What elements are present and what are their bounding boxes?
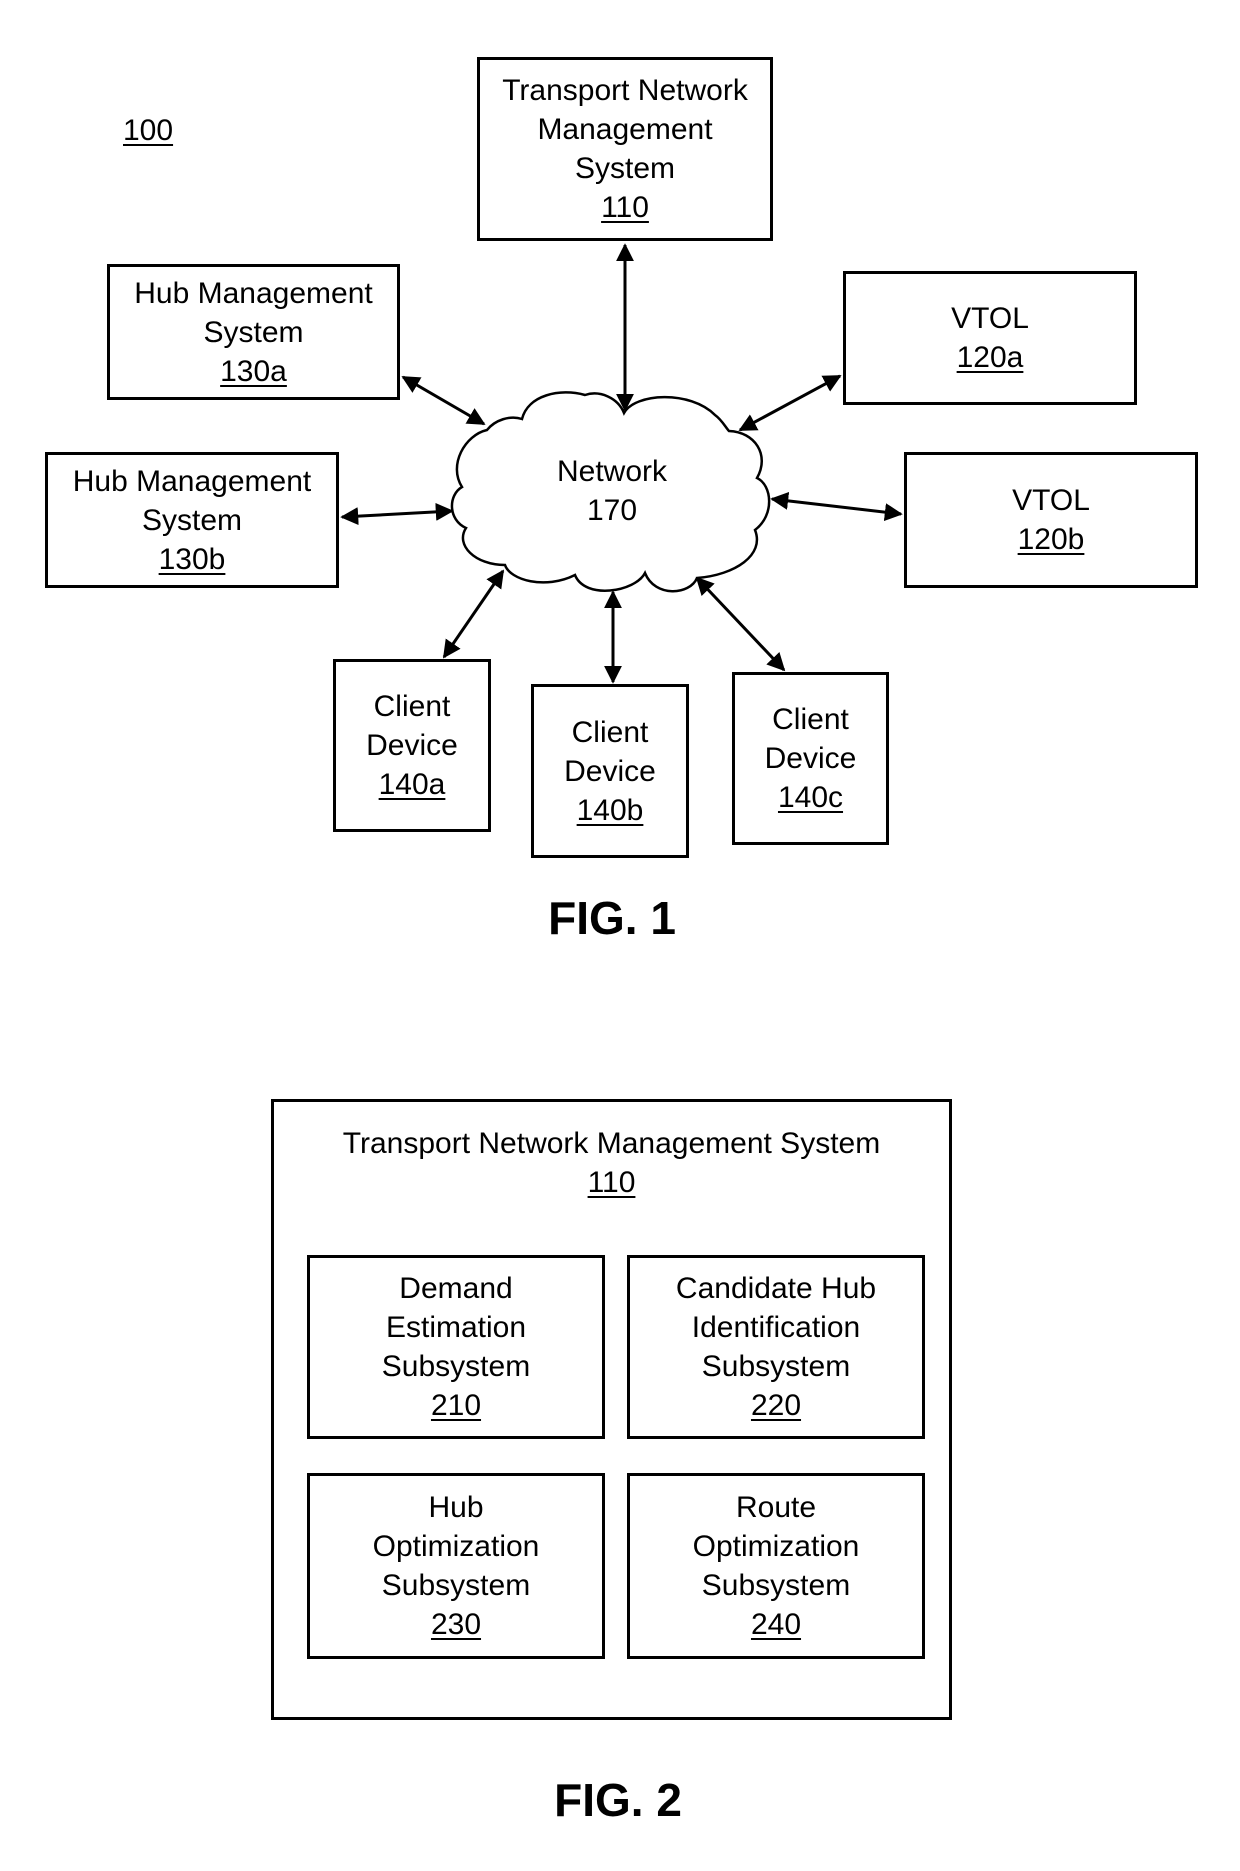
reference-number: 120b: [1017, 523, 1085, 556]
box-line: System: [141, 503, 243, 537]
vtol-a-box: VTOL 120a: [843, 271, 1137, 405]
box-line: Management: [537, 113, 713, 146]
reference-number: 210: [430, 1389, 482, 1422]
vtol-b-box: VTOL 120b: [904, 452, 1198, 588]
box-line: Hub Management: [134, 276, 373, 310]
client-device-b-box: Client Device 140b: [531, 684, 689, 858]
arrow-client-a: [442, 569, 505, 659]
box-line: Client: [373, 690, 451, 723]
hub-management-system-a-box: Hub Management System 130a: [107, 264, 400, 400]
box-line: Client: [571, 715, 649, 749]
arrow-client-c: [695, 576, 786, 672]
box-line: Device: [564, 754, 656, 788]
box-line: Hub: [428, 1491, 484, 1524]
box-line: Identification: [691, 1311, 861, 1344]
box-line: Subsystem: [381, 1569, 531, 1602]
reference-number: 130a: [220, 354, 287, 388]
box-line: Route: [735, 1491, 817, 1524]
candidate-hub-identification-subsystem-box: Candidate Hub Identification Subsystem 2…: [627, 1255, 925, 1439]
reference-number: 130b: [158, 542, 226, 576]
box-line: Subsystem: [701, 1350, 851, 1383]
container-title: Transport Network Management System: [342, 1127, 881, 1160]
box-line: System: [574, 152, 676, 185]
hub-management-system-b-box: Hub Management System 130b: [45, 452, 339, 588]
arrow-vtol-a: [738, 374, 842, 432]
reference-number: 140c: [777, 781, 844, 814]
hub-optimization-subsystem-box: Hub Optimization Subsystem 230: [307, 1473, 605, 1659]
box-line: Optimization: [692, 1530, 860, 1563]
reference-number: 230: [430, 1608, 482, 1641]
reference-number: 110: [587, 1166, 636, 1199]
demand-estimation-subsystem-box: Demand Estimation Subsystem 210: [307, 1255, 605, 1439]
network-reference: 170: [586, 494, 638, 527]
system-reference-label: 100: [123, 114, 174, 147]
box-line: Subsystem: [701, 1569, 851, 1602]
transport-network-management-system-box: Transport Network Management System 110: [477, 57, 773, 241]
reference-number: 110: [601, 191, 649, 224]
box-line: Transport Network: [502, 74, 748, 107]
box-line: Candidate Hub: [675, 1272, 877, 1305]
box-line: VTOL: [951, 302, 1029, 335]
arrow-vtol-b: [770, 491, 903, 522]
network-label: Network 170: [512, 452, 712, 530]
box-line: VTOL: [1012, 484, 1090, 517]
arrow-hub-b: [340, 502, 454, 526]
box-line: Estimation: [385, 1311, 527, 1344]
box-line: Device: [366, 729, 458, 762]
box-line: Hub Management: [72, 464, 312, 498]
client-device-a-box: Client Device 140a: [333, 659, 491, 832]
box-line: Optimization: [372, 1530, 540, 1563]
figure-1-caption: FIG. 1: [548, 892, 676, 944]
figure-2-caption: FIG. 2: [554, 1774, 682, 1826]
reference-number: 140b: [576, 793, 644, 827]
route-optimization-subsystem-box: Route Optimization Subsystem 240: [627, 1473, 925, 1659]
network-name: Network: [556, 455, 668, 488]
reference-number: 240: [750, 1608, 802, 1641]
box-line: Subsystem: [381, 1350, 531, 1383]
client-device-c-box: Client Device 140c: [732, 672, 889, 845]
reference-number: 120a: [956, 341, 1024, 374]
reference-number: 140a: [378, 768, 446, 801]
box-line: Demand: [399, 1272, 513, 1305]
reference-number: 220: [750, 1389, 802, 1422]
box-line: System: [203, 315, 304, 349]
box-line: Client: [772, 703, 849, 736]
arrow-hub-a: [401, 375, 486, 426]
box-line: Device: [764, 742, 857, 775]
